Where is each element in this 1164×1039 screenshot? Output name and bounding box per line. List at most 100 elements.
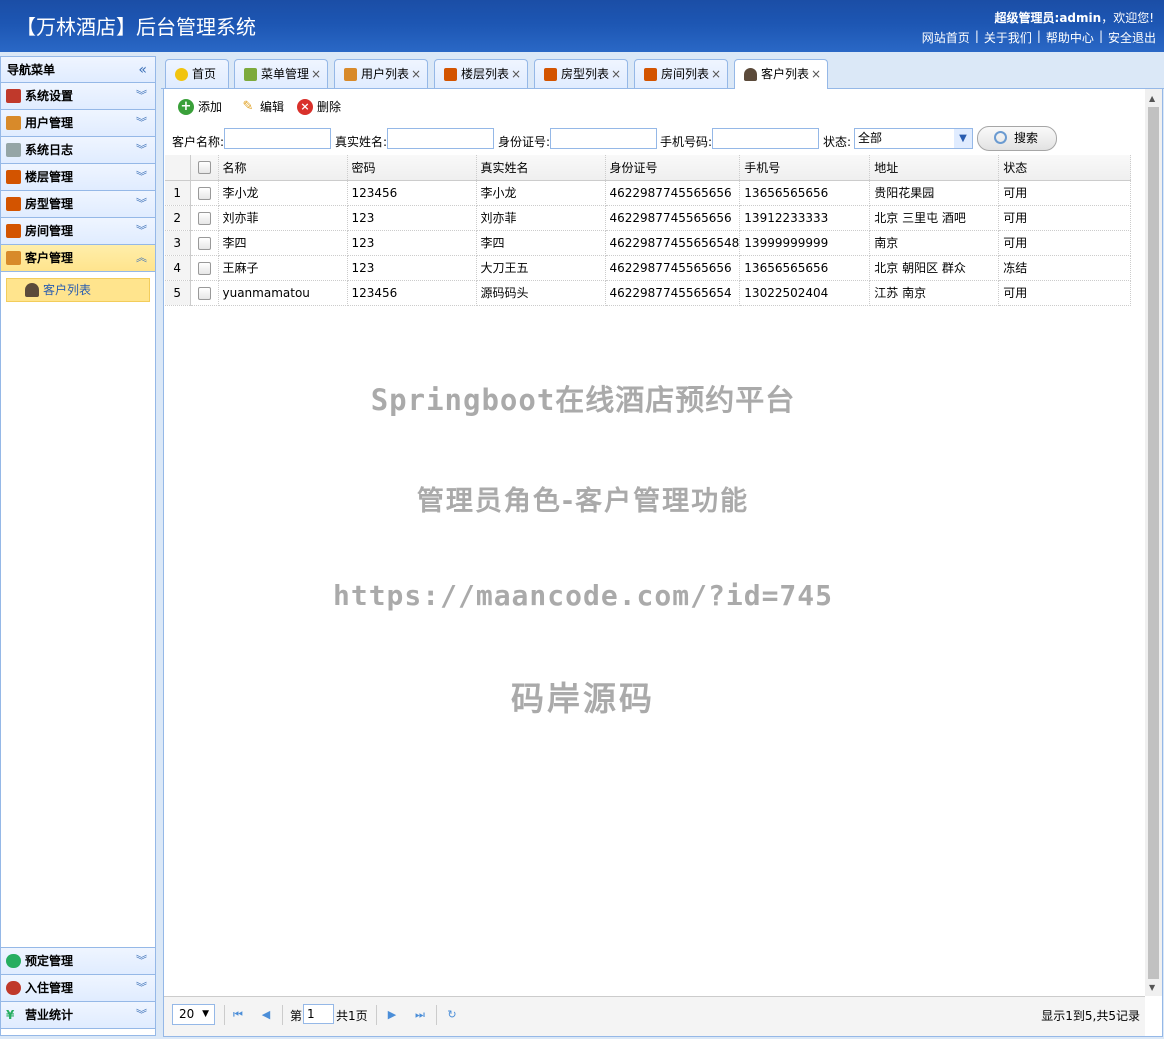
tab-room-list[interactable]: 房间列表 × xyxy=(634,59,728,88)
link-about[interactable]: 关于我们 xyxy=(984,29,1032,46)
sidebar-item-booking-management[interactable]: 预定管理 ︾ xyxy=(1,948,155,975)
link-help[interactable]: 帮助中心 xyxy=(1046,29,1094,46)
row-checkbox[interactable] xyxy=(197,261,211,275)
close-icon[interactable]: × xyxy=(611,60,621,88)
column-header-phone[interactable]: 手机号 xyxy=(739,155,871,181)
sidebar-item-roomtype-management[interactable]: 房型管理 ︾ xyxy=(1,191,155,218)
edit-button[interactable]: ✎ 编辑 xyxy=(240,99,284,117)
row-checkbox[interactable] xyxy=(197,286,211,300)
chevron-down-icon: ︾ xyxy=(136,170,147,183)
idcard-input[interactable] xyxy=(550,128,657,149)
column-header-name[interactable]: 名称 xyxy=(218,155,348,181)
tab-label: 用户列表 xyxy=(361,67,410,81)
link-separator: | xyxy=(1036,29,1041,43)
sidebar-item-customer-management[interactable]: 客户管理 ︽ xyxy=(1,245,155,272)
link-home[interactable]: 网站首页 xyxy=(922,29,970,46)
tab-floor-list[interactable]: 楼层列表 × xyxy=(434,59,528,88)
realname-label: 真实姓名: xyxy=(335,135,388,149)
tab-roomtype-list[interactable]: 房型列表 × xyxy=(534,59,628,88)
first-page-icon[interactable]: ⏮ xyxy=(230,1007,246,1023)
sidebar-item-system-settings[interactable]: 系统设置 ︾ xyxy=(1,83,155,110)
tab-home[interactable]: 首页 xyxy=(165,59,229,88)
last-page-icon[interactable]: ⏭ xyxy=(412,1007,428,1023)
pager-separator xyxy=(376,1005,377,1025)
realname-input[interactable] xyxy=(387,128,494,149)
row-checkbox[interactable] xyxy=(197,186,211,200)
cell-idcard: 4622987745565654 xyxy=(605,280,741,306)
close-icon[interactable]: × xyxy=(811,60,821,88)
row-checkbox[interactable] xyxy=(197,211,211,225)
column-header-password[interactable]: 密码 xyxy=(347,155,477,181)
status-select-value: 全部 xyxy=(858,131,883,145)
cell-idcard: 4622987745565656 xyxy=(605,255,741,281)
house-icon xyxy=(6,197,21,211)
add-button[interactable]: + 添加 xyxy=(178,99,222,117)
refresh-icon[interactable]: ↻ xyxy=(444,1007,460,1023)
tab-customer-list[interactable]: 客户列表 × xyxy=(734,59,828,89)
sidebar-item-checkin-management[interactable]: 入住管理 ︾ xyxy=(1,975,155,1002)
vertical-scrollbar[interactable]: ▲ ▼ xyxy=(1145,89,1162,996)
sidebar-subitem-customer-list[interactable]: 客户列表 xyxy=(6,278,150,302)
column-header-status[interactable]: 状态 xyxy=(998,155,1132,181)
row-number: 5 xyxy=(165,280,191,306)
row-checkbox[interactable] xyxy=(197,236,211,250)
select-all-checkbox[interactable] xyxy=(197,161,211,175)
welcome-text: 超级管理员:admin，欢迎您! xyxy=(995,9,1154,26)
table-row[interactable]: 5 yuanmamatou 123456 源码码头 46229877455656… xyxy=(165,280,1132,306)
page-size-select[interactable]: 20 ▼ xyxy=(172,1004,215,1025)
watermark-line: Springboot在线酒店预约平台 xyxy=(370,383,796,417)
collapse-sidebar-icon[interactable]: « xyxy=(138,57,147,83)
sidebar-item-room-management[interactable]: 房间管理 ︾ xyxy=(1,218,155,245)
pagination-bar: 20 ▼ ⏮ ◀ 第 共1页 ▶ ⏭ ↻ 显示1到5,共5记录 xyxy=(164,996,1145,1036)
tab-user-list[interactable]: 用户列表 × xyxy=(334,59,428,88)
clock-icon xyxy=(6,954,21,968)
status-select[interactable]: 全部 ▼ xyxy=(854,128,973,149)
chevron-down-icon[interactable]: ▼ xyxy=(954,129,972,148)
table-row[interactable]: 1 李小龙 123456 李小龙 4622987745565656 136565… xyxy=(165,180,1132,206)
column-header-realname[interactable]: 真实姓名 xyxy=(476,155,606,181)
cell-name: 李四 xyxy=(218,230,348,256)
close-icon[interactable]: × xyxy=(311,60,321,88)
link-logout[interactable]: 安全退出 xyxy=(1108,29,1156,46)
close-icon[interactable]: × xyxy=(411,60,421,88)
cell-address: 北京 三里屯 酒吧 xyxy=(869,205,1000,231)
close-icon[interactable]: × xyxy=(511,60,521,88)
column-header-idcard[interactable]: 身份证号 xyxy=(605,155,741,181)
users-icon xyxy=(344,68,357,81)
phone-input[interactable] xyxy=(712,128,819,149)
table-row[interactable]: 4 王麻子 123 大刀王五 4622987745565656 13656565… xyxy=(165,255,1132,281)
sidebar-item-label: 楼层管理 xyxy=(25,170,74,184)
customer-name-input[interactable] xyxy=(224,128,331,149)
sidebar-item-system-log[interactable]: 系统日志 ︾ xyxy=(1,137,155,164)
sidebar: 导航菜单 « 系统设置 ︾ 用户管理 ︾ 系统日志 ︾ 楼层管理 ︾ 房型管理 … xyxy=(0,56,156,1036)
sidebar-item-label: 营业统计 xyxy=(25,1008,74,1022)
sidebar-item-business-stats[interactable]: ¥ 营业统计 ︾ xyxy=(1,1002,155,1029)
chevron-down-icon: ︾ xyxy=(136,143,147,156)
sidebar-item-label: 预定管理 xyxy=(25,954,74,968)
scroll-down-icon[interactable]: ▼ xyxy=(1149,983,1155,992)
page-number-input[interactable] xyxy=(303,1004,334,1024)
tab-menu-management[interactable]: 菜单管理 × xyxy=(234,59,328,88)
plus-icon: + xyxy=(178,99,194,115)
search-button[interactable]: 搜索 xyxy=(977,126,1057,151)
tab-label: 楼层列表 xyxy=(461,67,510,81)
cell-idcard: 4622987745565656 xyxy=(605,180,741,206)
house-icon xyxy=(644,68,657,81)
scrollbar-thumb[interactable] xyxy=(1148,107,1159,979)
column-header-address[interactable]: 地址 xyxy=(869,155,1000,181)
delete-button[interactable]: × 删除 xyxy=(297,99,341,117)
prev-page-icon[interactable]: ◀ xyxy=(258,1007,274,1023)
scroll-up-icon[interactable]: ▲ xyxy=(1149,94,1155,103)
table-row[interactable]: 3 李四 123 李四 46229877455656548 1399999999… xyxy=(165,230,1132,256)
next-page-icon[interactable]: ▶ xyxy=(384,1007,400,1023)
chevron-down-icon: ︾ xyxy=(136,954,147,967)
pager-separator xyxy=(224,1005,225,1025)
sidebar-item-floor-management[interactable]: 楼层管理 ︾ xyxy=(1,164,155,191)
main-content: + 添加 ✎ 编辑 × 删除 客户名称: 真实姓名: 身份证号: 手机号码: 状… xyxy=(163,89,1163,1037)
table-row[interactable]: 2 刘亦菲 123 刘亦菲 4622987745565656 139122333… xyxy=(165,205,1132,231)
cell-phone: 13912233333 xyxy=(739,205,871,231)
page-total: 共1页 xyxy=(336,1009,368,1023)
tab-label: 菜单管理 xyxy=(261,67,310,81)
close-icon[interactable]: × xyxy=(711,60,721,88)
sidebar-item-user-management[interactable]: 用户管理 ︾ xyxy=(1,110,155,137)
